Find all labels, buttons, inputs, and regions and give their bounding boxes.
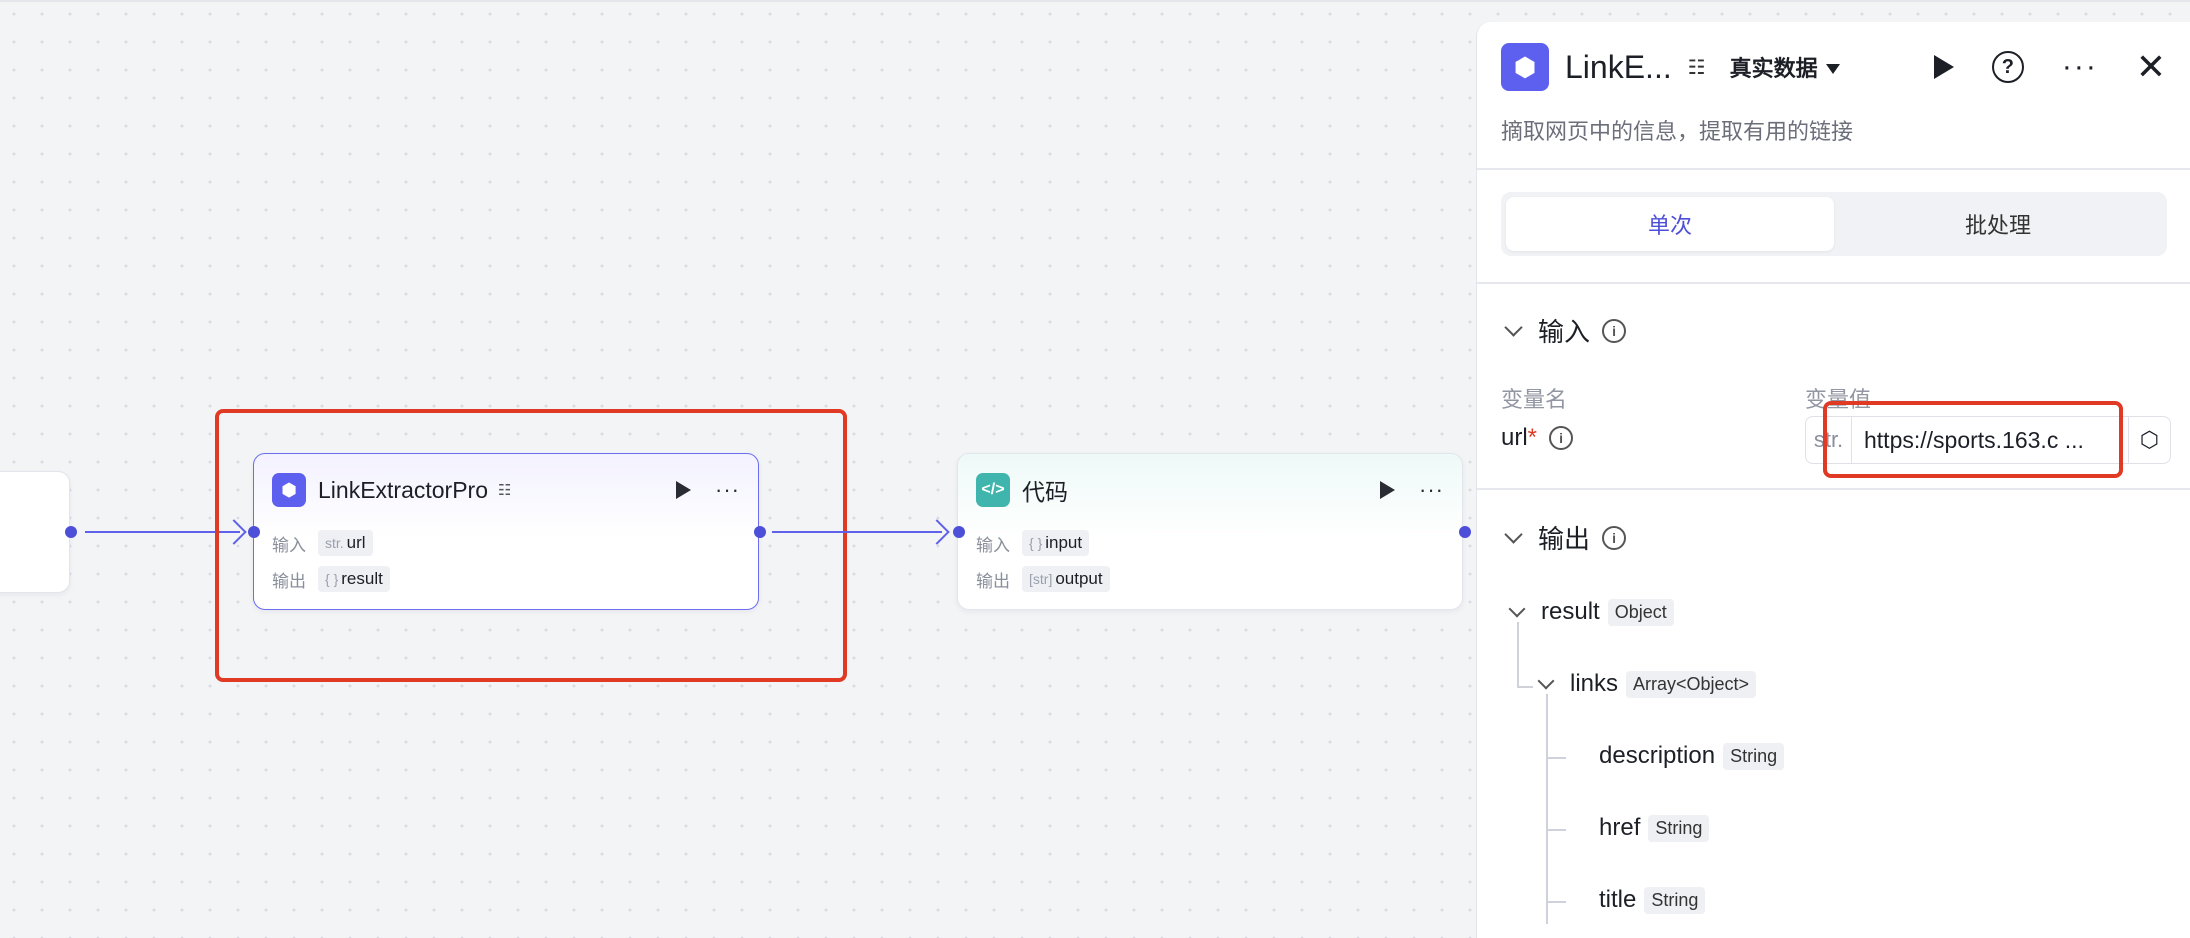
- tree-line: [1517, 686, 1533, 688]
- input-chip: { } input: [1022, 530, 1090, 556]
- workflow-canvas[interactable]: ⬢ LinkExtractorPro ☷ ··· 输入 str. url 输出 …: [0, 0, 1476, 938]
- divider: [1477, 168, 2190, 170]
- tree-line: [1546, 829, 1566, 831]
- tree-item-result[interactable]: result Object: [1507, 598, 1674, 626]
- more-options-icon[interactable]: ···: [2062, 52, 2098, 82]
- divider: [1477, 282, 2190, 284]
- output-port[interactable]: [65, 526, 77, 538]
- output-section-title: 输出: [1538, 524, 1591, 554]
- tree-line: [1546, 757, 1566, 759]
- output-name: output: [1055, 569, 1103, 588]
- more-options-icon[interactable]: ···: [715, 479, 740, 501]
- string-array-type-icon: [str]: [1029, 571, 1053, 587]
- tree-line: [1517, 622, 1519, 688]
- input-port[interactable]: [248, 526, 260, 538]
- field-name: result: [1541, 598, 1600, 625]
- tree-item-title[interactable]: title String: [1599, 886, 1706, 914]
- output-section-header[interactable]: 输出 i: [1501, 519, 1627, 556]
- output-label: 输出: [976, 571, 1010, 591]
- plugin-cube-icon: ⬢: [272, 473, 306, 507]
- edge-to-code-node: [772, 531, 942, 533]
- input-name: input: [1045, 533, 1083, 552]
- input-section-header[interactable]: 输入 i: [1501, 312, 1627, 349]
- tree-line: [1546, 694, 1548, 924]
- node-title: LinkExtractorPro: [318, 476, 489, 503]
- variable-name: url: [1501, 424, 1528, 451]
- input-section-title: 输入: [1538, 317, 1591, 347]
- object-type-icon: { }: [325, 571, 339, 587]
- panel-title: LinkE...: [1565, 48, 1672, 85]
- tab-single[interactable]: 单次: [1506, 197, 1834, 251]
- node-detail-panel: ⬢ LinkE... ☷ 真实数据 ? ··· ✕ 摘取网页中的信息，提取有用的…: [1476, 22, 2190, 938]
- more-options-icon[interactable]: ···: [1419, 479, 1444, 501]
- caret-down-icon: [1825, 64, 1840, 74]
- data-link-icon: ☷: [498, 482, 512, 499]
- input-label: 输入: [976, 535, 1010, 555]
- run-mode-tabs: 单次 批处理: [1501, 192, 2167, 256]
- edge-arrow: [924, 519, 950, 545]
- chevron-down-icon[interactable]: [1504, 525, 1523, 544]
- close-icon[interactable]: ✕: [2136, 49, 2166, 85]
- highlight-box: [1823, 401, 2123, 478]
- output-port[interactable]: [754, 526, 766, 538]
- data-mode-value: 真实数据: [1729, 56, 1818, 81]
- type-tag: String: [1648, 814, 1710, 842]
- plugin-cube-icon: ⬢: [1501, 43, 1549, 91]
- tree-item-description[interactable]: description String: [1599, 742, 1785, 770]
- tree-line: [1546, 901, 1566, 903]
- type-tag: Object: [1607, 598, 1674, 626]
- help-icon[interactable]: ?: [1991, 51, 2024, 83]
- run-node-icon[interactable]: [1380, 481, 1396, 499]
- panel-description: 摘取网页中的信息，提取有用的链接: [1501, 119, 1854, 144]
- type-tag: Array<Object>: [1626, 670, 1757, 698]
- run-icon[interactable]: [1933, 55, 1954, 79]
- data-link-icon: ☷: [1687, 56, 1706, 79]
- data-mode-select[interactable]: 真实数据: [1730, 51, 1840, 83]
- link-extractor-node[interactable]: ⬢ LinkExtractorPro ☷ ··· 输入 str. url 输出 …: [253, 453, 759, 610]
- field-name: links: [1570, 670, 1619, 697]
- field-name: description: [1599, 742, 1716, 769]
- input-name: url: [346, 533, 366, 552]
- run-node-icon[interactable]: [676, 481, 692, 499]
- tree-item-href[interactable]: href String: [1599, 814, 1710, 842]
- info-icon[interactable]: i: [1602, 318, 1627, 343]
- input-label: 输入: [272, 535, 306, 555]
- chevron-down-icon[interactable]: [1504, 318, 1523, 337]
- tree-item-links[interactable]: links Array<Object>: [1536, 670, 1757, 698]
- field-name: href: [1599, 814, 1641, 841]
- output-label: 输出: [272, 571, 306, 591]
- output-chip: [str] output: [1022, 566, 1110, 592]
- code-brackets-icon: </>: [976, 473, 1010, 507]
- output-chip: { } result: [318, 566, 390, 592]
- type-tag: String: [1723, 742, 1785, 770]
- input-chip: str. url: [318, 530, 373, 556]
- variable-reference-icon[interactable]: ⬡: [2128, 417, 2170, 463]
- output-name: result: [341, 569, 383, 588]
- chevron-down-icon[interactable]: [1537, 672, 1555, 690]
- node-title: 代码: [1022, 479, 1068, 505]
- object-type-icon: { }: [1029, 535, 1043, 551]
- divider: [1477, 488, 2190, 490]
- info-icon[interactable]: i: [1602, 525, 1627, 550]
- chevron-down-icon[interactable]: [1508, 600, 1526, 618]
- panel-header: ⬢ LinkE... ☷ 真实数据 ? ··· ✕: [1501, 42, 2166, 92]
- string-type-icon: str.: [325, 535, 344, 551]
- required-mark: *: [1527, 424, 1538, 451]
- field-name: title: [1599, 886, 1637, 913]
- info-icon[interactable]: i: [1549, 426, 1574, 450]
- output-port[interactable]: [1459, 526, 1471, 538]
- variable-url-label: url * i: [1501, 424, 1574, 452]
- type-tag: String: [1644, 886, 1706, 914]
- column-variable-name: 变量名: [1501, 387, 1568, 412]
- input-port[interactable]: [953, 526, 965, 538]
- code-node[interactable]: </> 代码 ··· 输入 { } input 输出 [str] output: [957, 453, 1463, 610]
- tab-batch[interactable]: 批处理: [1834, 197, 2162, 251]
- previous-node[interactable]: [0, 471, 70, 593]
